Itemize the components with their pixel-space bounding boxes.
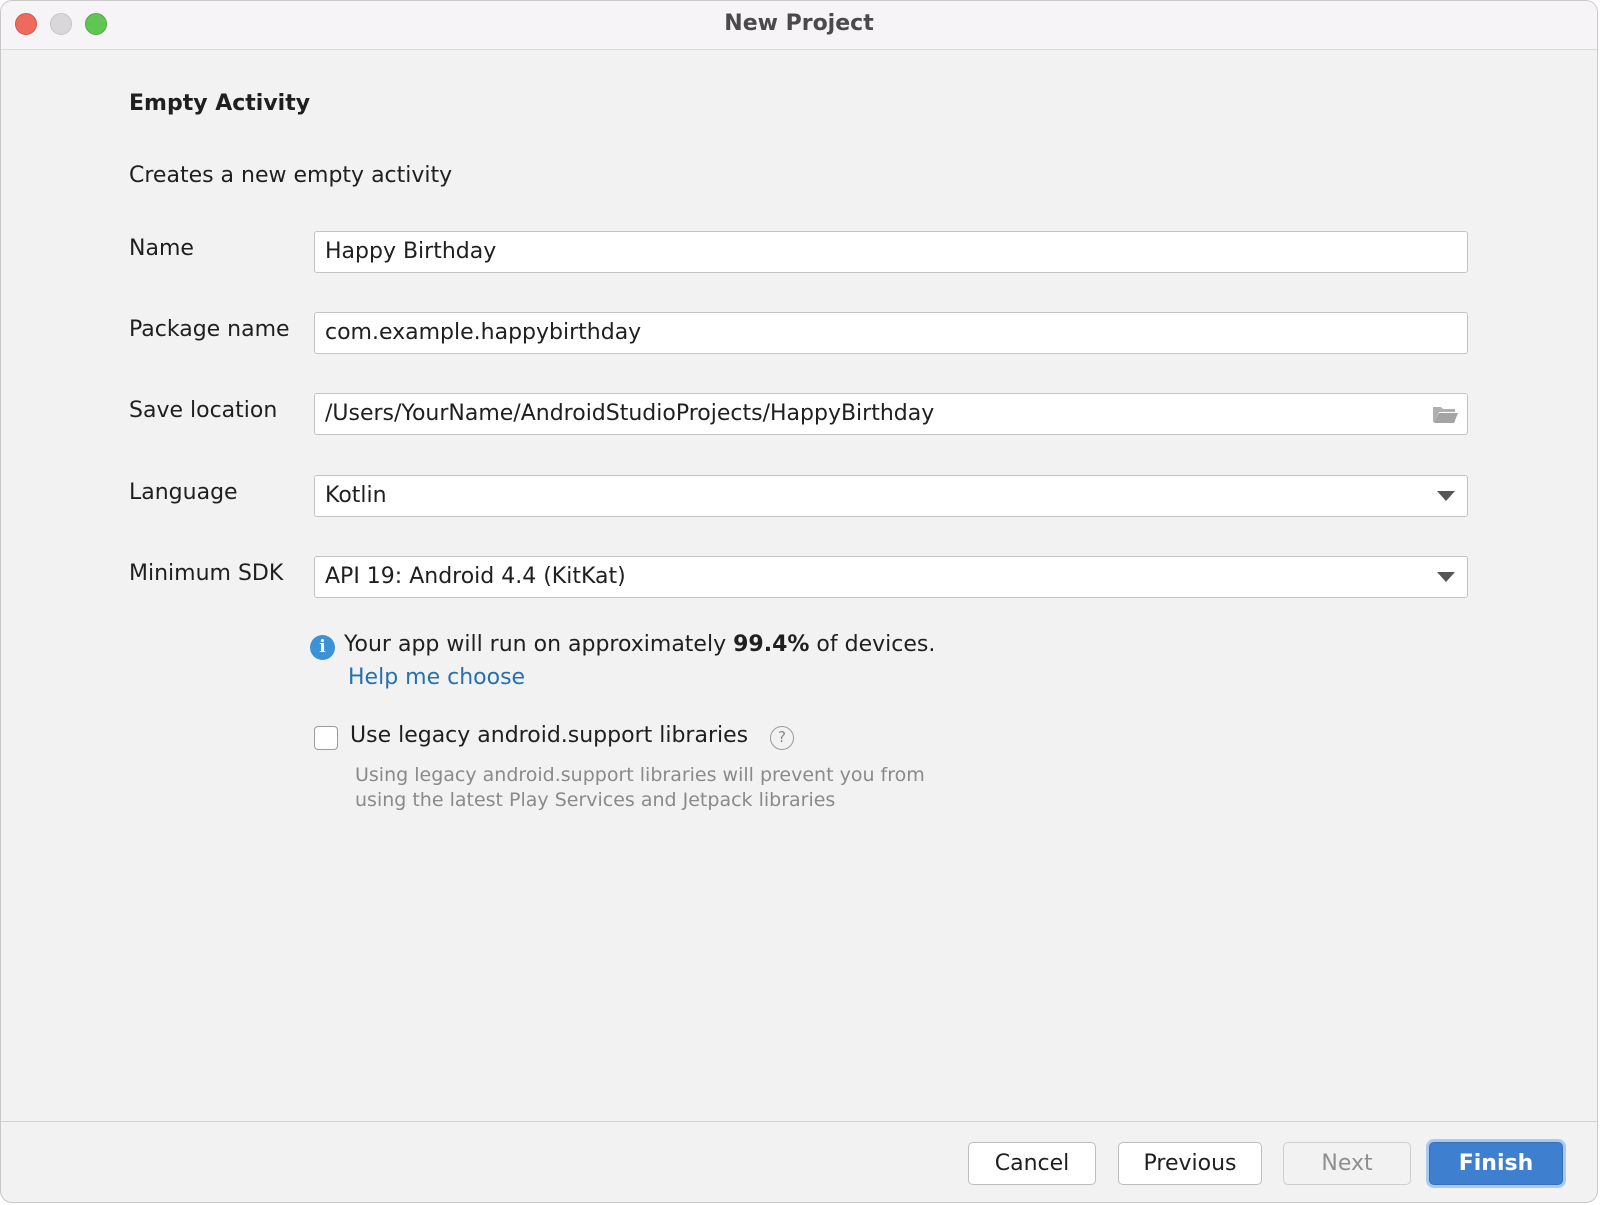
minimum-sdk-select[interactable]: API 19: Android 4.4 (KitKat) [314, 556, 1468, 598]
footer-divider [1, 1121, 1597, 1122]
language-select[interactable]: Kotlin [314, 475, 1468, 517]
finish-button[interactable]: Finish [1429, 1142, 1563, 1185]
window-title: New Project [724, 11, 874, 36]
legacy-support-checkbox[interactable] [314, 726, 338, 750]
help-icon[interactable]: ? [770, 726, 794, 750]
name-field[interactable]: Happy Birthday [314, 231, 1468, 273]
legacy-support-hint: Using legacy android.support libraries w… [355, 764, 925, 811]
package-name-label: Package name [129, 317, 290, 342]
template-heading: Empty Activity [129, 91, 311, 116]
folder-icon[interactable] [1431, 403, 1459, 425]
next-button: Next [1283, 1142, 1411, 1185]
legacy-support-label[interactable]: Use legacy android.support libraries [350, 723, 748, 748]
package-name-value: com.example.happybirthday [325, 320, 642, 345]
chevron-down-icon [1437, 572, 1455, 582]
language-value: Kotlin [325, 483, 387, 508]
name-value: Happy Birthday [325, 239, 497, 264]
info-icon: i [310, 635, 335, 660]
new-project-dialog: New Project Empty Activity Creates a new… [0, 0, 1598, 1203]
minimum-sdk-value: API 19: Android 4.4 (KitKat) [325, 564, 626, 589]
package-name-field[interactable]: com.example.happybirthday [314, 312, 1468, 354]
template-description: Creates a new empty activity [129, 163, 453, 188]
coverage-suffix: of devices. [809, 632, 936, 657]
save-location-field[interactable]: /Users/YourName/AndroidStudioProjects/Ha… [314, 393, 1468, 435]
language-label: Language [129, 480, 238, 505]
save-location-label: Save location [129, 398, 278, 423]
help-me-choose-link[interactable]: Help me choose [348, 665, 525, 690]
device-coverage-text: Your app will run on approximately 99.4%… [344, 632, 935, 657]
save-location-value: /Users/YourName/AndroidStudioProjects/Ha… [325, 401, 935, 426]
previous-button[interactable]: Previous [1118, 1142, 1262, 1185]
minimum-sdk-label: Minimum SDK [129, 561, 284, 586]
title-bar: New Project [1, 1, 1597, 50]
name-label: Name [129, 236, 194, 261]
cancel-button[interactable]: Cancel [968, 1142, 1096, 1185]
coverage-percent: 99.4% [733, 632, 810, 657]
coverage-prefix: Your app will run on approximately [344, 632, 734, 657]
chevron-down-icon [1437, 491, 1455, 501]
